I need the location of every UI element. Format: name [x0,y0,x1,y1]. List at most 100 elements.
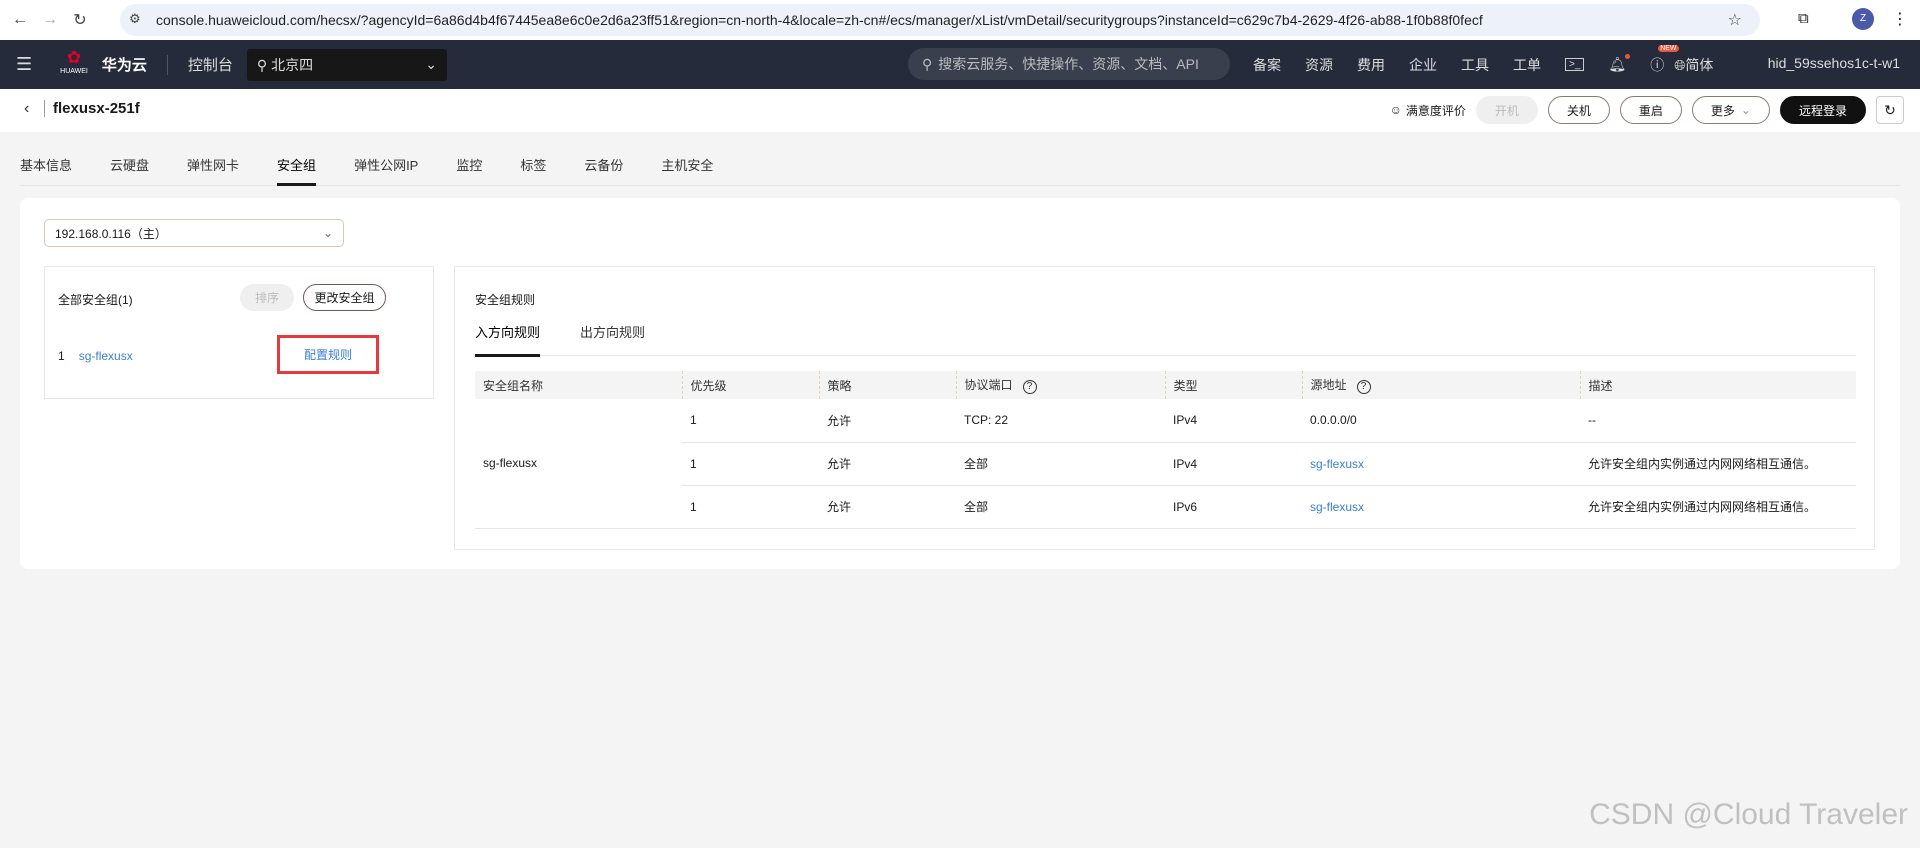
help-circle-icon[interactable]: ? [1356,380,1371,394]
tab-inbound-rules[interactable]: 入方向规则 [475,322,541,357]
rules-panel: 安全组规则 入方向规则 出方向规则 安全组名称 优先级 策略 协议端口? 类型 … [454,266,1875,550]
page-title-bar: ‹ flexusx-251f ☺ 满意度评价 开机 关机 重启 更多 ⌄ 远程登录 … [0,89,1920,132]
priority-cell: 1 [682,399,819,443]
tab-outbound-rules[interactable]: 出方向规则 [580,322,645,356]
tab-basic-info[interactable]: 基本信息 [20,155,72,185]
chevron-down-icon: ⌄ [1740,103,1751,117]
table-row: 1 允许 全部 IPv6 sg-flexusx 允许安全组内实例通过内网网络相互… [475,485,1856,529]
nav-link-billing[interactable]: 费用 [1357,55,1385,75]
group-name-cell: sg-flexusx [475,399,682,529]
help-circle-icon[interactable]: ? [1022,380,1037,394]
col-description: 描述 [1579,371,1856,399]
back-chevron-icon[interactable]: ‹ [24,100,29,118]
policy-cell: 允许 [819,485,956,529]
description-cell: -- [1580,399,1856,443]
port-cell: TCP: 22 [956,399,1165,443]
type-cell: IPv6 [1165,485,1302,529]
chevron-down-icon: ⌄ [322,226,333,240]
smiley-icon: ☺ [1389,103,1402,117]
site-info-icon[interactable]: ⚙ [129,11,141,27]
description-cell: 允许安全组内实例通过内网网络相互通信。 [1580,485,1856,529]
panel-title: 安全组规则 [475,293,536,307]
tab-backup[interactable]: 云备份 [584,155,623,185]
start-button[interactable]: 开机 [1475,96,1538,124]
back-arrow-icon[interactable]: ← [10,11,30,29]
nic-select-value: 192.168.0.116（主） [55,226,167,241]
reload-icon[interactable]: ↻ [70,10,90,30]
help-icon[interactable]: ⓘ NEW [1650,44,1679,75]
priority-cell: 1 [682,442,819,486]
type-cell: IPv4 [1165,399,1302,443]
table-row: sg-flexusx 1 允许 TCP: 22 IPv4 0.0.0.0/0 -… [475,399,1856,529]
nav-link-tickets[interactable]: 工单 [1513,55,1541,75]
policy-cell: 允许 [819,399,956,443]
item-index: 1 [58,349,65,363]
priority-cell: 1 [682,485,819,529]
detail-tabs: 基本信息 云硬盘 弹性网卡 安全组 弹性公网IP 监控 标签 云备份 主机安全 [20,155,1900,186]
divider [166,54,168,75]
remote-login-button[interactable]: 远程登录 [1779,96,1866,124]
shutdown-button[interactable]: 关机 [1547,96,1610,124]
more-button[interactable]: 更多 ⌄ [1691,96,1770,124]
port-cell: 全部 [956,485,1165,529]
table-header: 安全组名称 优先级 策略 协议端口? 类型 源地址? 描述 [475,371,1856,399]
nav-link-beian[interactable]: 备案 [1253,55,1281,75]
tab-disks[interactable]: 云硬盘 [110,155,149,185]
bookmark-star-icon[interactable]: ☆ [1728,10,1742,30]
configure-rules-link[interactable]: 配置规则 [277,335,379,374]
tab-nics[interactable]: 弹性网卡 [187,155,239,185]
type-cell: IPv4 [1165,442,1302,486]
source-group-link[interactable]: sg-flexusx [1310,500,1364,514]
search-placeholder: 搜索云服务、快捷操作、资源、文档、API [938,56,1199,72]
browser-toolbar: ← → ↻ ⚙ console.huaweicloud.com/hecsx/?a… [0,0,1920,40]
address-bar[interactable]: ⚙ console.huaweicloud.com/hecsx/?agencyI… [120,4,1760,36]
menu-dots-icon[interactable]: ⋮ [1892,9,1908,29]
refresh-icon[interactable]: ↻ [1876,96,1904,124]
region-select[interactable]: ⚲ 北京四 ⌄ [246,48,447,81]
nic-select[interactable]: 192.168.0.116（主） ⌄ [44,219,344,247]
nav-link-tools[interactable]: 工具 [1461,55,1489,75]
chevron-down-icon: ⌄ [425,56,437,72]
global-search-input[interactable]: ⚲ 搜索云服务、快捷操作、资源、文档、API [908,48,1230,80]
extensions-icon[interactable]: ⧉ [1798,10,1809,27]
top-nav: ☰ ✿ HUAWEI 华为云 控制台 ⚲ 北京四 ⌄ ⚲ 搜索云服务、快捷操作、资… [0,40,1920,89]
tab-monitoring[interactable]: 监控 [456,155,482,185]
globe-icon: 🌐︎ [1674,56,1686,73]
port-cell: 全部 [956,442,1165,486]
source-group-link[interactable]: sg-flexusx [1310,457,1364,471]
search-icon: ⚲ [922,55,933,72]
list-item: 1 sg-flexusx [58,349,133,363]
console-link[interactable]: 控制台 [188,54,233,75]
language-switch[interactable]: 🌐︎简体 [1674,55,1713,75]
change-security-group-button[interactable]: 更改安全组 [303,284,386,311]
security-group-link[interactable]: sg-flexusx [79,349,133,363]
forward-arrow-icon[interactable]: → [40,11,60,29]
col-priority: 优先级 [681,371,819,399]
user-account[interactable]: hid_59ssehos1c-t-w1 [1768,55,1900,71]
tab-tags[interactable]: 标签 [520,155,546,185]
table-row: 1 允许 全部 IPv4 sg-flexusx 允许安全组内实例通过内网网络相互… [475,442,1856,486]
page-title: flexusx-251f [44,100,140,117]
col-port: 协议端口? [955,371,1165,399]
nav-link-resources[interactable]: 资源 [1305,55,1333,75]
panel-title: 全部安全组(1) [58,293,133,307]
col-policy: 策略 [818,371,956,399]
policy-cell: 允许 [819,442,956,486]
profile-avatar[interactable]: Z [1852,8,1874,30]
tab-eip[interactable]: 弹性公网IP [354,155,418,185]
hamburger-menu-icon[interactable]: ☰ [16,54,32,75]
location-pin-icon: ⚲ [256,56,268,73]
huawei-logo[interactable]: ✿ HUAWEI [60,49,88,79]
source-cell: 0.0.0.0/0 [1302,399,1580,443]
col-group-name: 安全组名称 [475,371,682,399]
bell-icon[interactable]: 🔔︎ [1608,54,1631,73]
tab-security-groups[interactable]: 安全组 [277,155,317,186]
nav-link-enterprise[interactable]: 企业 [1409,55,1437,75]
terminal-icon[interactable]: >_ [1565,58,1585,71]
col-source: 源地址? [1301,371,1580,399]
tab-host-security[interactable]: 主机安全 [661,155,713,185]
new-badge: NEW [1658,44,1679,52]
sort-button[interactable]: 排序 [240,284,294,311]
satisfaction-rating[interactable]: ☺ 满意度评价 [1390,102,1466,119]
restart-button[interactable]: 重启 [1619,96,1682,124]
